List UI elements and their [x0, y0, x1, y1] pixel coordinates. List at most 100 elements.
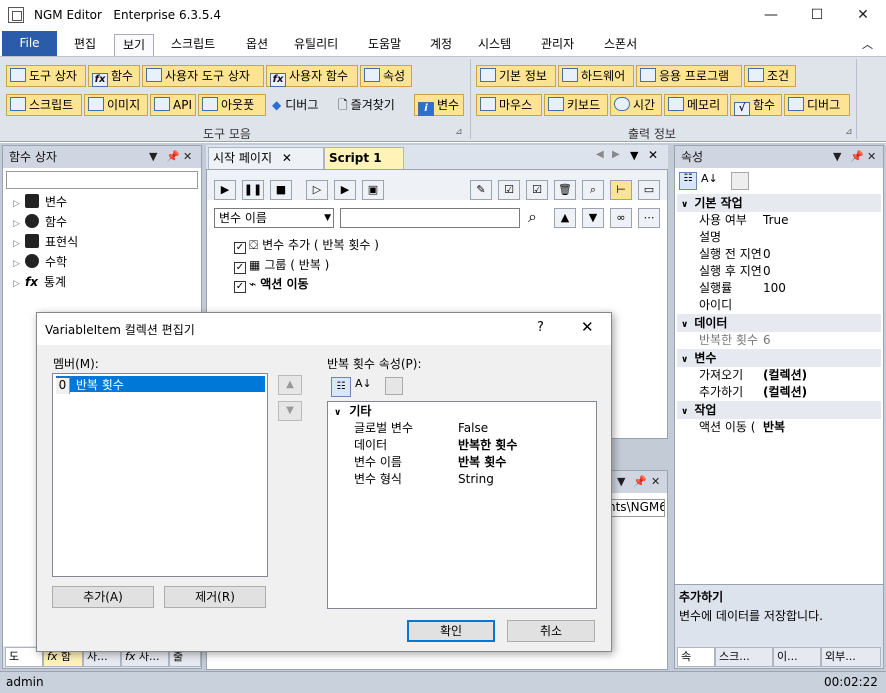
pin-icon[interactable]: 📌	[633, 471, 647, 493]
property-row[interactable]: 사용 여부 True	[677, 212, 881, 229]
ribbon-function-button[interactable]: fx 함수	[88, 65, 140, 87]
script-line[interactable]: ✓ ▦ 그룹 ( 반복 )	[234, 256, 329, 274]
ribbon-script-button[interactable]: 스크립트	[6, 94, 82, 116]
pin-icon[interactable]: 📌	[166, 146, 180, 168]
property-row[interactable]: 실행 후 지연0	[677, 263, 881, 280]
check-outline-button[interactable]: ☑	[526, 180, 548, 200]
tab-script-list[interactable]: 스크...	[715, 647, 773, 667]
ribbon-api-button[interactable]: API	[150, 94, 196, 116]
variable-value-input[interactable]	[340, 208, 520, 228]
panel-menu-icon[interactable]: ▼	[833, 146, 841, 168]
menu-system[interactable]: 시스템	[470, 34, 519, 56]
ribbon-keyboard-button[interactable]: 키보드	[544, 94, 608, 116]
monitor-button[interactable]: ▭	[638, 180, 660, 200]
panel-close-icon[interactable]: ✕	[867, 146, 876, 168]
dialog-help-button[interactable]: ?	[537, 320, 544, 335]
ribbon-basic-info-button[interactable]: 기본 정보	[476, 65, 556, 87]
ribbon-properties-button[interactable]: 속성	[360, 65, 412, 87]
ribbon-toolbox-button[interactable]: 도구 상자	[6, 65, 86, 87]
delete-button[interactable]: 🗑	[554, 180, 576, 200]
maximize-button[interactable]: ☐	[794, 0, 840, 30]
file-menu-button[interactable]: File	[2, 31, 57, 56]
move-down-button[interactable]: ▼	[582, 208, 604, 228]
ok-button[interactable]: 확인	[407, 620, 495, 642]
screenshot-button[interactable]: ✎	[470, 180, 492, 200]
minimize-button[interactable]: —	[748, 0, 794, 30]
tab-external[interactable]: 외부...	[821, 647, 881, 667]
move-up-button[interactable]: ▲	[278, 375, 302, 395]
menu-edit[interactable]: 편집	[66, 34, 104, 56]
tab-list-icon[interactable]: ▼	[630, 149, 638, 162]
ribbon-image-button[interactable]: 이미지	[84, 94, 148, 116]
category-variable[interactable]: ∨ 변수	[677, 349, 881, 367]
panel-menu-icon[interactable]: ▼	[149, 146, 157, 168]
remove-button[interactable]: 제거(R)	[164, 586, 266, 608]
ribbon-condition-button[interactable]: 조건	[744, 65, 796, 87]
ribbon-favorites-button[interactable]: 🗋 즐겨찾기	[334, 94, 410, 116]
ribbon-user-function-button[interactable]: fx 사용자 함수	[266, 65, 358, 87]
add-button[interactable]: 추가(A)	[52, 586, 154, 608]
sort-az-icon[interactable]: A↓	[701, 172, 718, 185]
category-basic[interactable]: ∨ 기본 작업	[677, 194, 881, 212]
tools-group-launcher-icon[interactable]: ⊿	[455, 127, 463, 137]
tree-item-math[interactable]: ▷ 수학	[13, 252, 67, 272]
menu-help[interactable]: 도움말	[360, 34, 409, 56]
category-data[interactable]: ∨ 데이터	[677, 314, 881, 332]
pin-icon[interactable]: 📌	[850, 146, 864, 168]
categorized-icon[interactable]: ☷	[679, 172, 697, 190]
sort-az-icon[interactable]: A↓	[355, 377, 372, 390]
property-row[interactable]: 실행 전 지연0	[677, 246, 881, 263]
step-over-button[interactable]: ▣	[362, 180, 384, 200]
cancel-button[interactable]: 취소	[507, 620, 595, 642]
close-tab-icon[interactable]: ✕	[282, 151, 292, 165]
checkbox[interactable]: ✓	[234, 281, 246, 293]
dialog-close-button[interactable]: ✕	[581, 318, 594, 336]
property-row[interactable]: 글로벌 변수 False	[328, 420, 596, 437]
category-action[interactable]: ∨ 작업	[677, 401, 881, 419]
tab-properties[interactable]: 속	[677, 647, 715, 667]
ribbon-output-debug-button[interactable]: 디버그	[784, 94, 850, 116]
more-button[interactable]: ⋯	[638, 208, 660, 228]
stop-button[interactable]: ■	[270, 180, 292, 200]
property-pages-icon[interactable]	[385, 377, 403, 395]
property-row[interactable]: 변수 이름 반복 횟수	[328, 454, 596, 471]
script-line[interactable]: ✓ ⌁ 액션 이동	[234, 275, 309, 293]
menu-utility[interactable]: 유틸리티	[286, 34, 346, 56]
pause-button[interactable]: ❚❚	[242, 180, 264, 200]
ribbon-variable-button[interactable]: i 변수	[414, 94, 464, 116]
tree-item-statistics[interactable]: ▷ fx 통계	[13, 272, 66, 292]
collapse-ribbon-icon[interactable]: ︿	[862, 36, 873, 52]
play-button[interactable]: ▶	[214, 180, 236, 200]
panel-close-icon[interactable]: ✕	[183, 146, 192, 168]
move-down-button[interactable]: ▼	[278, 401, 302, 421]
ribbon-application-button[interactable]: 응용 프로그램	[636, 65, 742, 87]
list-item[interactable]: 0 반복 횟수	[56, 376, 265, 394]
checkbox[interactable]: ✓	[234, 262, 246, 274]
search-icon[interactable]: ⌕	[528, 207, 537, 227]
ribbon-time-button[interactable]: 시간	[610, 94, 662, 116]
tree-item-variable[interactable]: ▷ 변수	[13, 192, 67, 212]
menu-sponsor[interactable]: 스폰서	[596, 34, 645, 56]
step-button[interactable]: ▷	[306, 180, 328, 200]
check-button[interactable]: ☑	[498, 180, 520, 200]
property-row[interactable]: 실행률 100	[677, 280, 881, 297]
ribbon-user-toolbox-button[interactable]: 사용자 도구 상자	[142, 65, 264, 87]
panel-menu-icon[interactable]: ▼	[617, 471, 625, 493]
step-into-button[interactable]: ▶	[334, 180, 356, 200]
property-row[interactable]: 액션 이동 (반복	[677, 419, 881, 436]
tab-image[interactable]: 이...	[773, 647, 821, 667]
menu-script[interactable]: 스크립트	[163, 34, 223, 56]
zoom-button[interactable]: ⌕	[582, 180, 604, 200]
property-row[interactable]: 추가하기 (컬렉션)	[677, 384, 881, 401]
tab-start-page[interactable]: 시작 페이지 ✕	[208, 147, 324, 169]
menu-account[interactable]: 계정	[422, 34, 460, 56]
output-group-launcher-icon[interactable]: ⊿	[845, 127, 853, 137]
tree-view-button[interactable]: ⊢	[610, 180, 632, 200]
menu-admin[interactable]: 관리자	[533, 34, 582, 56]
tab-scroll-left-icon[interactable]: ◀	[596, 149, 604, 160]
move-up-button[interactable]: ▲	[554, 208, 576, 228]
property-row[interactable]: 변수 형식 String	[328, 471, 596, 488]
ribbon-output-function-button[interactable]: √ 함수	[730, 94, 782, 116]
property-row[interactable]: 반복한 횟수 6	[677, 332, 881, 349]
document-close-icon[interactable]: ✕	[648, 148, 658, 162]
